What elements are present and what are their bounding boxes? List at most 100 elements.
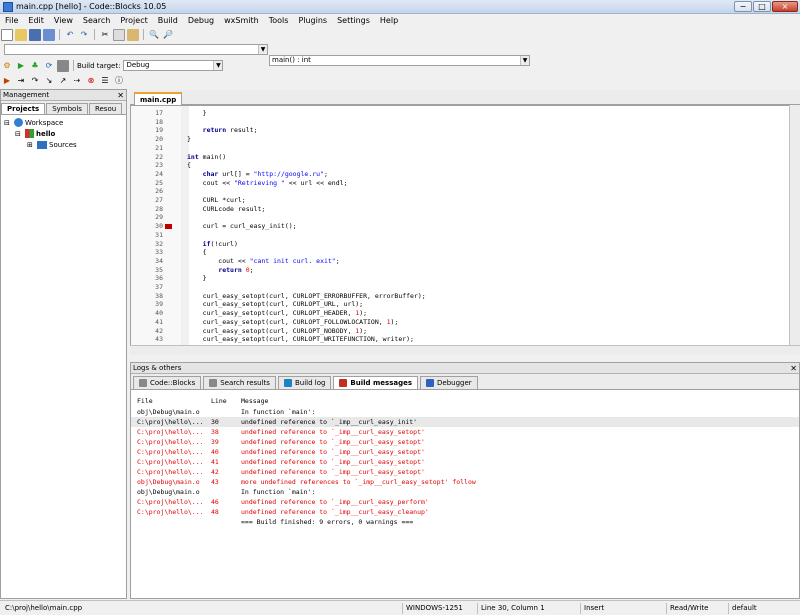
code-line[interactable]: 21 [131, 144, 771, 153]
function-combo[interactable]: main() : int ▼ [269, 55, 530, 66]
code-line[interactable]: 43 curl_easy_setopt(curl, CURLOPT_WRITEF… [131, 335, 771, 344]
menu-wxsmith[interactable]: wxSmith [219, 16, 264, 25]
tab-codeblocks[interactable]: Code::Blocks [133, 376, 202, 389]
code-line[interactable]: 31 [131, 231, 771, 240]
code-line[interactable]: 41 curl_easy_setopt(curl, CURLOPT_FOLLOW… [131, 318, 771, 327]
stop-debug-icon[interactable]: ⊗ [85, 75, 97, 87]
code-line[interactable]: 17 } [131, 109, 771, 118]
code-line[interactable]: 34 cout << "cant init curl. exit"; [131, 257, 771, 266]
menu-tools[interactable]: Tools [264, 16, 294, 25]
abort-icon[interactable] [57, 59, 69, 72]
next-line-icon[interactable]: ↷ [29, 75, 41, 87]
menu-edit[interactable]: Edit [23, 16, 49, 25]
paste-icon[interactable] [127, 28, 139, 41]
save-icon[interactable] [29, 28, 41, 41]
replace-icon[interactable]: 🔎 [162, 29, 174, 41]
code-editor[interactable]: 17 } 18 19 return result; 20} 21 22 int main()… [130, 105, 800, 355]
table-row[interactable]: obj\Debug\main.o 43 more undefined referen… [131, 477, 799, 487]
table-row[interactable]: obj\Debug\main.o In function `main': [131, 487, 799, 497]
editor-vertical-scrollbar[interactable] [789, 105, 800, 345]
code-line[interactable]: 19 return result; [131, 126, 771, 135]
rebuild-icon[interactable]: ⟳ [43, 60, 55, 72]
close-management-icon[interactable]: ✕ [117, 90, 124, 101]
undo-icon[interactable]: ↶ [64, 29, 76, 41]
code-line[interactable]: 24 char url[] = "http://google.ru"; [131, 170, 771, 179]
menu-settings[interactable]: Settings [332, 16, 375, 25]
copy-icon[interactable] [113, 28, 125, 41]
info-icon[interactable]: ⓘ [113, 75, 125, 87]
menu-project[interactable]: Project [115, 16, 152, 25]
redo-icon[interactable]: ↷ [78, 29, 90, 41]
table-row[interactable]: C:\proj\hello\... 48 undefined reference t… [131, 507, 799, 517]
editor-horizontal-scrollbar[interactable] [130, 345, 800, 355]
table-row[interactable]: C:\proj\hello\... 40 undefined reference t… [131, 447, 799, 457]
table-row[interactable]: C:\proj\hello\... 38 undefined reference t… [131, 427, 799, 437]
code-line[interactable]: 32 if(!curl) [131, 240, 771, 249]
code-line[interactable]: 28 CURLcode result; [131, 205, 771, 214]
tab-build-log[interactable]: Build log [277, 376, 332, 389]
open-folder-icon[interactable] [15, 28, 27, 41]
table-row[interactable]: C:\proj\hello\... 41 undefined reference t… [131, 457, 799, 467]
new-file-icon[interactable] [1, 28, 13, 41]
code-line[interactable]: 42 curl_easy_setopt(curl, CURLOPT_NOBODY… [131, 327, 771, 336]
tab-symbols[interactable]: Symbols [46, 103, 88, 114]
code-line[interactable]: 23 { [131, 161, 771, 170]
step-out-icon[interactable]: ↗ [57, 75, 69, 87]
maximize-button[interactable]: □ [753, 1, 771, 12]
menu-file[interactable]: File [0, 16, 23, 25]
code-line[interactable]: 27 CURL *curl; [131, 196, 771, 205]
tab-main-cpp[interactable]: main.cpp [134, 92, 183, 105]
code-line[interactable]: 20} [131, 135, 771, 144]
code-line[interactable]: 37 [131, 283, 771, 292]
code-line[interactable]: 39 curl_easy_setopt(curl, CURLOPT_URL, u… [131, 300, 771, 309]
table-row[interactable]: C:\proj\hello\... 30 undefined reference t… [131, 417, 799, 427]
table-row[interactable]: === Build finished: 9 errors, 0 warnings… [131, 517, 799, 527]
menu-view[interactable]: View [49, 16, 78, 25]
code-line[interactable]: 25 cout << "Retrieving " << url << endl; [131, 179, 771, 188]
menu-debug[interactable]: Debug [183, 16, 219, 25]
save-all-icon[interactable] [43, 28, 55, 41]
code-line[interactable]: 33 { [131, 248, 771, 257]
step-into-icon[interactable]: ↘ [43, 75, 55, 87]
table-row[interactable]: C:\proj\hello\... 39 undefined reference t… [131, 437, 799, 447]
table-row[interactable]: C:\proj\hello\... 42 undefined reference t… [131, 467, 799, 477]
close-button[interactable]: × [772, 1, 798, 12]
code-scope-combo[interactable]: ▼ [4, 44, 268, 55]
code-line[interactable]: 38 curl_easy_setopt(curl, CURLOPT_ERRORB… [131, 292, 771, 301]
menu-help[interactable]: Help [375, 16, 403, 25]
next-instruction-icon[interactable]: ⇢ [71, 75, 83, 87]
menu-build[interactable]: Build [153, 16, 183, 25]
tab-build-messages[interactable]: Build messages [333, 376, 419, 389]
tab-debugger[interactable]: Debugger [420, 376, 478, 389]
table-row[interactable]: C:\proj\hello\... 46 undefined reference t… [131, 497, 799, 507]
menu-plugins[interactable]: Plugins [293, 16, 332, 25]
code-line[interactable]: 18 [131, 118, 771, 127]
collapse-icon[interactable]: ⊟ [15, 130, 23, 138]
code-line[interactable]: 22 int main() [131, 153, 771, 162]
find-icon[interactable]: 🔍 [148, 29, 160, 41]
tab-projects[interactable]: Projects [1, 103, 46, 114]
tree-folder-sources[interactable]: ⊞ Sources [1, 139, 126, 150]
cut-icon[interactable]: ✂ [99, 29, 111, 41]
table-row[interactable]: obj\Debug\main.o In function `main': [131, 407, 799, 417]
tree-workspace[interactable]: ⊟ Workspace [1, 117, 126, 128]
build-target-combo[interactable]: Debug ▼ [123, 60, 224, 71]
close-logs-icon[interactable]: ✕ [790, 363, 797, 374]
build-run-icon[interactable]: ♣ [29, 60, 41, 72]
code-line[interactable]: 35 return 0; [131, 266, 771, 275]
expand-icon[interactable]: ⊞ [27, 141, 35, 149]
run-icon[interactable]: ▶ [15, 60, 27, 72]
code-line[interactable]: 40 curl_easy_setopt(curl, CURLOPT_HEADER… [131, 309, 771, 318]
code-line[interactable]: 30 curl = curl_easy_init(); [131, 222, 771, 231]
tab-resources[interactable]: Resou [88, 103, 123, 114]
minimize-button[interactable]: − [734, 1, 752, 12]
code-line[interactable]: 26 [131, 187, 771, 196]
debug-windows-icon[interactable]: ☰ [99, 75, 111, 87]
run-to-cursor-icon[interactable]: ⇥ [15, 75, 27, 87]
menu-search[interactable]: Search [78, 16, 115, 25]
tree-project-hello[interactable]: ⊟ hello [1, 128, 126, 139]
code-line[interactable]: 29 [131, 213, 771, 222]
code-line[interactable]: 36 } [131, 274, 771, 283]
collapse-icon[interactable]: ⊟ [4, 119, 12, 127]
build-gear-icon[interactable]: ⚙ [1, 60, 13, 72]
